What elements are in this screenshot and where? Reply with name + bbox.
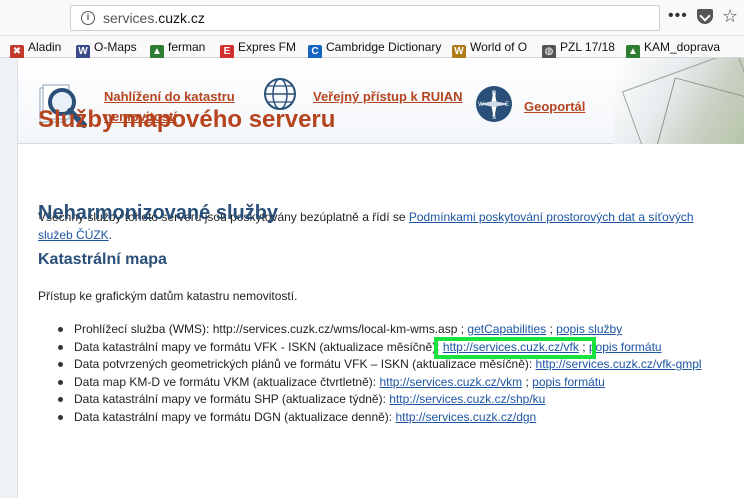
bookmark-favicon-icon: C (308, 45, 322, 59)
service-link[interactable]: http://services.cuzk.cz/dgn (395, 410, 536, 424)
subsection-title: Katastrální mapa (38, 251, 167, 268)
service-link[interactable]: popis formátu (532, 375, 605, 389)
bookmark-label: PZL 17/18 (560, 40, 615, 54)
bookmarks-toolbar: ✖ Aladin W O-Maps ▲ ferman E Expres FM C Cambridg… (0, 36, 744, 59)
compass-letter-n: N (492, 91, 496, 97)
bookmark-label: Expres FM (238, 40, 297, 54)
bookmark-item[interactable]: E Expres FM (220, 39, 297, 59)
link-geoportal[interactable]: Geoportál (524, 97, 585, 117)
service-link[interactable]: getCapabilities (467, 322, 546, 336)
access-text: Přístup ke grafickým datům katastru nemo… (38, 289, 298, 303)
service-link[interactable]: popis formátu (589, 340, 662, 354)
web-page: Nahlížení do katastru nemovitostí Veřejn… (0, 58, 744, 498)
header-map-image (614, 58, 744, 144)
pocket-icon[interactable] (697, 9, 713, 24)
bookmark-label: KAM_doprava (644, 40, 721, 54)
left-strip (0, 58, 18, 498)
bookmark-item[interactable]: ✖ Aladin (10, 39, 62, 59)
bookmark-label: Aladin (28, 40, 62, 54)
bookmark-favicon-icon: ▲ (626, 45, 640, 59)
bookmark-favicon-icon: ▲ (150, 45, 164, 59)
bookmark-item[interactable]: C Cambridge Dictionary (308, 39, 442, 59)
bookmark-favicon-icon: W (452, 45, 466, 59)
service-list-item: Data potvrzených geometrických plánů ve … (58, 356, 702, 374)
service-list: Prohlížecí služba (WMS): http://services… (58, 321, 702, 427)
service-list-item: Data katastrální mapy ve formátu DGN (ak… (58, 409, 702, 427)
bookmark-favicon-icon: ◍ (542, 45, 556, 59)
bookmark-label: Cambridge Dictionary (326, 40, 442, 54)
bookmark-item[interactable]: W O-Maps (76, 39, 137, 59)
service-text: Prohlížecí služba (WMS): http://services… (74, 322, 468, 336)
service-link[interactable]: http://services.cuzk.cz/vkm (379, 375, 522, 389)
url-text[interactable]: services.cuzk.cz (103, 10, 205, 26)
bookmark-label: O-Maps (94, 40, 137, 54)
bookmark-favicon-icon: ✖ (10, 45, 24, 59)
service-text: Data katastrální mapy ve formátu VFK - I… (74, 339, 443, 354)
service-list-item: Prohlížecí služba (WMS): http://services… (58, 321, 702, 339)
service-text: Data potvrzených geometrických plánů ve … (74, 357, 536, 372)
service-text: Data katastrální mapy ve formátu SHP (ak… (74, 392, 390, 407)
service-text: Data katastrální mapy ve formátu DGN (ak… (74, 409, 396, 424)
service-link[interactable]: http://services.cuzk.cz/shp/ku (389, 392, 545, 406)
bookmark-item[interactable]: W World of O (452, 39, 528, 59)
service-list-item: Data map KM-D ve formátu VKM (aktualizac… (58, 374, 702, 392)
service-list-item: Data katastrální mapy ve formátu SHP (ak… (58, 391, 702, 409)
link-ruian[interactable]: Veřejný přístup k RUIAN (313, 87, 463, 107)
service-link[interactable]: http://services.cuzk.cz/vfk-gmpl (536, 357, 702, 371)
compass-letter-w: W (478, 102, 484, 108)
bookmark-favicon-icon: E (220, 45, 234, 59)
section-title: Neharmonizované služby (38, 202, 279, 224)
service-link[interactable]: popis služby (556, 322, 622, 336)
service-text: Data map KM-D ve formátu VKM (aktualizac… (74, 374, 380, 389)
separator: ; (522, 374, 533, 389)
bookmark-item[interactable]: ▲ KAM_doprava (626, 39, 721, 59)
highlight-box (434, 337, 596, 359)
address-bar-area: i services.cuzk.cz ••• ☆ (0, 0, 744, 36)
compass-letter-e: E (505, 102, 509, 108)
service-list-item: Data katastrální mapy ve formátu VFK - I… (58, 339, 702, 357)
bookmark-item[interactable]: ◍ PZL 17/18 (542, 39, 615, 59)
bookmark-favicon-icon: W (76, 45, 90, 59)
page-title: Služby mapového serveru (38, 106, 336, 133)
url-bar[interactable]: i services.cuzk.cz (70, 5, 660, 31)
bookmark-item[interactable]: ▲ ferman (150, 39, 206, 59)
compass-letter-s: S (492, 115, 496, 121)
link-cadastre-line1[interactable]: Nahlížení do katastru (104, 87, 235, 107)
more-actions-icon[interactable]: ••• (668, 8, 688, 24)
bookmark-label: World of O (470, 40, 528, 54)
bookmark-label: ferman (168, 40, 206, 54)
bookmark-star-icon[interactable]: ☆ (722, 6, 738, 27)
compass-icon[interactable]: N E S W (474, 84, 514, 124)
separator: ; (546, 322, 557, 336)
intro-end: . (108, 228, 113, 242)
info-icon[interactable]: i (81, 11, 95, 25)
